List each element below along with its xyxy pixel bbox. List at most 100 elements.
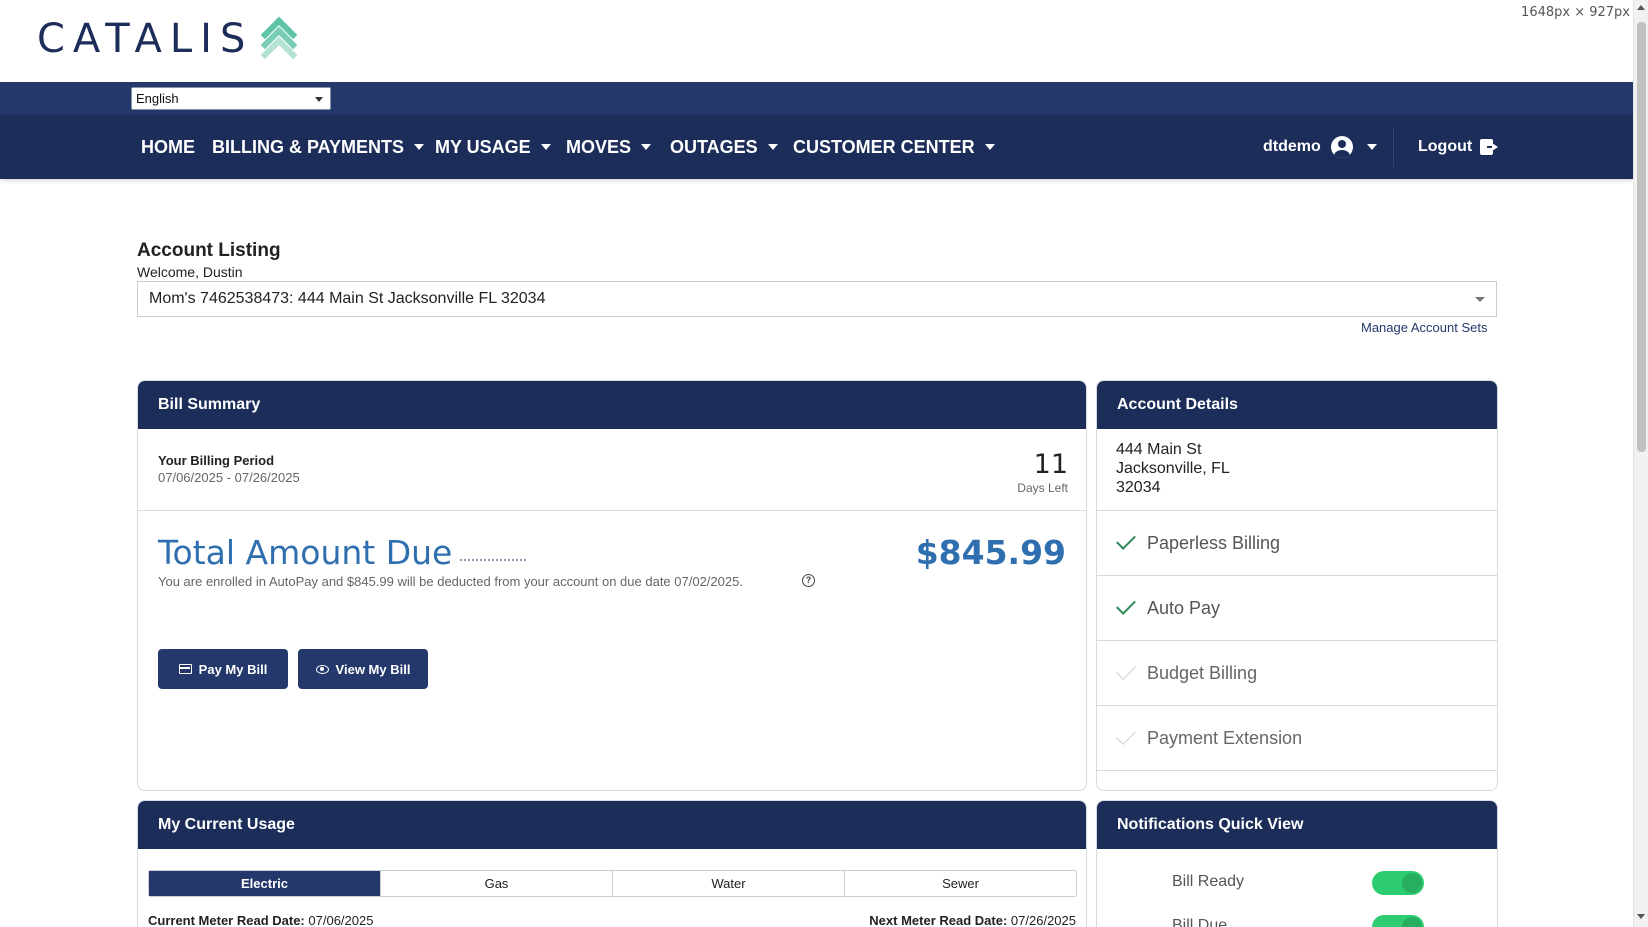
view-my-bill-button[interactable]: View My Bill — [298, 649, 428, 689]
chevron-down-icon — [1366, 144, 1377, 150]
pay-my-bill-label: Pay My Bill — [198, 661, 268, 677]
nav-customer-center[interactable]: CUSTOMER CENTER — [793, 115, 995, 179]
account-listing-title: Account Listing — [137, 240, 281, 261]
logo-bar: CATALIS — [0, 0, 1633, 82]
page-scrollbar[interactable] — [1633, 0, 1648, 927]
logo-text: CATALIS — [37, 16, 254, 62]
check-icon — [1116, 725, 1136, 745]
chevron-down-icon — [767, 144, 778, 150]
account-details-header: Account Details — [1097, 381, 1497, 429]
days-left-count: 11 — [1033, 449, 1068, 480]
autopay-note: You are enrolled in AutoPay and $845.99 … — [158, 574, 743, 589]
notification-bill-due: Bill Due — [1172, 917, 1228, 927]
credit-card-icon — [178, 664, 192, 674]
check-icon — [1116, 595, 1136, 615]
scroll-down-icon[interactable] — [1637, 914, 1645, 919]
user-avatar-icon — [1330, 136, 1353, 158]
bill-summary-header: Bill Summary — [138, 381, 1086, 429]
nav-outages-label: OUTAGES — [670, 136, 758, 157]
main-nav: HOME BILLING & PAYMENTS MY USAGE MOVES O… — [0, 115, 1633, 179]
details-divider — [1097, 770, 1497, 790]
nav-billing-payments[interactable]: BILLING & PAYMENTS — [212, 115, 425, 179]
manage-account-sets-link[interactable]: Manage Account Sets — [1361, 320, 1487, 335]
notification-bill-ready: Bill Ready — [1172, 873, 1245, 890]
help-icon[interactable]: ? — [802, 574, 815, 587]
next-meter-read-value: 07/26/2025 — [1010, 913, 1076, 927]
logout-label: Logout — [1418, 138, 1473, 155]
feature-label: Payment Extension — [1147, 727, 1303, 748]
current-meter-read-value: 07/06/2025 — [308, 913, 374, 927]
current-usage-card: My Current Usage Electric Gas Water Sewe… — [137, 800, 1087, 927]
address-line-2: Jacksonville, FL — [1116, 460, 1230, 477]
address-line-3: 32034 — [1116, 479, 1161, 496]
chevron-down-icon — [984, 144, 995, 150]
feature-payment-extension: Payment Extension — [1097, 705, 1497, 770]
address-line-1: 444 Main St — [1116, 441, 1202, 458]
viewport-size-label: 1648px × 927px — [1521, 5, 1630, 20]
tab-electric[interactable]: Electric — [149, 871, 381, 896]
current-meter-read: Current Meter Read Date: 07/06/2025 — [148, 913, 373, 927]
account-select[interactable]: Mom's 7462538473: 444 Main St Jacksonvil… — [137, 281, 1497, 317]
chevron-down-icon — [540, 144, 551, 150]
logout-button[interactable]: Logout — [1418, 115, 1499, 179]
chevron-down-icon — [1475, 297, 1485, 302]
utility-tabs: Electric Gas Water Sewer — [148, 870, 1077, 897]
feature-auto-pay: Auto Pay — [1097, 575, 1497, 640]
view-my-bill-label: View My Bill — [335, 661, 411, 677]
notifications-header: Notifications Quick View — [1097, 801, 1497, 849]
nav-divider — [1393, 127, 1394, 167]
catalis-logo[interactable]: CATALIS — [37, 16, 298, 74]
tab-water[interactable]: Water — [613, 871, 845, 896]
nav-moves-label: MOVES — [566, 136, 632, 157]
bill-summary-card: Bill Summary Your Billing Period 07/06/2… — [137, 380, 1087, 791]
scrollbar-thumb[interactable] — [1637, 22, 1646, 452]
feature-budget-billing: Budget Billing — [1097, 640, 1497, 705]
nav-my-usage[interactable]: MY USAGE — [435, 115, 551, 179]
feature-label: Paperless Billing — [1147, 532, 1281, 553]
billing-period: Your Billing Period 07/06/2025 - 07/26/2… — [138, 429, 1086, 511]
feature-label: Budget Billing — [1147, 662, 1258, 683]
nav-billing-label: BILLING & PAYMENTS — [212, 136, 405, 157]
welcome-text: Welcome, Dustin — [137, 264, 243, 280]
next-meter-read: Next Meter Read Date: 07/26/2025 — [869, 913, 1076, 927]
chevron-down-icon — [414, 144, 425, 150]
next-meter-read-label: Next Meter Read Date: — [869, 913, 1008, 927]
nav-outages[interactable]: OUTAGES — [670, 115, 778, 179]
pay-my-bill-button[interactable]: Pay My Bill — [158, 649, 288, 689]
service-address: 444 Main St Jacksonville, FL 32034 — [1116, 440, 1230, 497]
nav-home[interactable]: HOME — [141, 115, 195, 179]
chevron-down-icon — [641, 144, 652, 150]
language-select-value: English — [136, 91, 179, 106]
dotted-leader — [460, 559, 526, 561]
feature-label: Auto Pay — [1147, 597, 1221, 618]
username: dtdemo — [1263, 138, 1321, 155]
total-amount-due-label: Total Amount Due — [158, 533, 453, 572]
days-left-label: Days Left — [1017, 481, 1068, 495]
total-amount-due-value: $845.99 — [915, 533, 1066, 572]
account-details-card: Account Details 444 Main St Jacksonville… — [1096, 380, 1498, 791]
language-select[interactable]: English — [131, 87, 331, 110]
nav-home-label: HOME — [141, 136, 195, 157]
scroll-up-icon[interactable] — [1637, 5, 1645, 10]
eye-icon — [315, 664, 329, 674]
tab-gas[interactable]: Gas — [381, 871, 613, 896]
current-meter-read-label: Current Meter Read Date: — [148, 913, 305, 927]
tab-sewer[interactable]: Sewer — [845, 871, 1076, 896]
billing-period-dates: 07/06/2025 - 07/26/2025 — [158, 470, 300, 485]
bill-ready-toggle[interactable] — [1372, 871, 1424, 895]
nav-usage-label: MY USAGE — [435, 136, 531, 157]
billing-period-label: Your Billing Period — [158, 453, 275, 468]
account-select-value: Mom's 7462538473: 444 Main St Jacksonvil… — [149, 290, 546, 307]
bill-due-toggle[interactable] — [1372, 915, 1424, 927]
check-icon — [1116, 530, 1136, 550]
nav-moves[interactable]: MOVES — [566, 115, 652, 179]
chevron-down-icon — [315, 97, 323, 102]
chevron-logo-icon — [260, 16, 298, 74]
notifications-card: Notifications Quick View Bill Ready Bill… — [1096, 800, 1498, 927]
check-icon — [1116, 660, 1136, 680]
language-bar: English — [0, 82, 1633, 115]
current-usage-header: My Current Usage — [138, 801, 1086, 849]
nav-customer-label: CUSTOMER CENTER — [793, 136, 975, 157]
feature-paperless-billing: Paperless Billing — [1097, 510, 1497, 575]
user-menu[interactable]: dtdemo — [1263, 115, 1377, 179]
